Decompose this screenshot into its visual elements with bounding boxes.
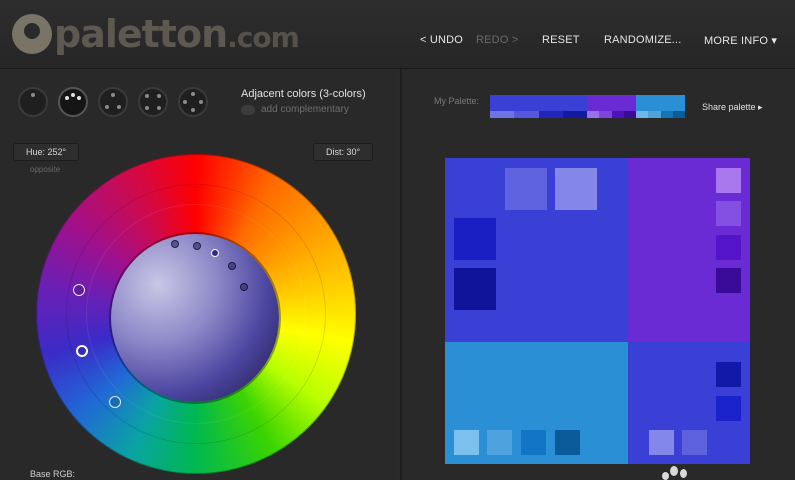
primary-shade-swatch[interactable] [454,218,496,260]
randomize-button[interactable]: RANDOMIZE... [604,34,682,46]
secondary-1-shade-swatch[interactable] [716,201,741,226]
palette-preview-grid [445,158,750,464]
top-bar: paletton.com < UNDO REDO > RESET RANDOMI… [0,0,795,69]
shade-dot[interactable] [240,283,248,291]
secondary-hue-handle[interactable] [73,284,85,296]
primary-2-shade-swatch[interactable] [682,430,707,455]
secondary-2-shade-swatch[interactable] [555,430,580,455]
tetrad-mode-button[interactable] [138,87,168,117]
saturation-center-disc[interactable] [111,234,279,402]
add-complementary-label: add complementary [261,104,349,115]
secondary-2-shade-swatch[interactable] [521,430,546,455]
redo-button[interactable]: REDO > [476,34,518,46]
palette-strip-color-1[interactable] [490,95,587,118]
shade-dot[interactable] [171,240,179,248]
share-palette-link[interactable]: Share palette ▸ [702,102,763,113]
mono-mode-button[interactable] [18,87,48,117]
secondary-1-shade-swatch[interactable] [716,168,741,193]
primary-hue-handle[interactable] [76,345,88,357]
shade-dot-selected[interactable] [211,249,219,257]
secondary-1-shade-swatch[interactable] [716,235,741,260]
primary-2-shade-swatch[interactable] [649,430,674,455]
add-complementary-toggle[interactable]: add complementary [241,104,349,115]
primary-2-shade-swatch[interactable] [716,396,741,421]
primary-shade-swatch[interactable] [555,168,597,210]
secondary-2-shade-swatch[interactable] [454,430,479,455]
triad-mode-button[interactable] [98,87,128,117]
reset-button[interactable]: RESET [542,34,580,46]
primary-shade-swatch[interactable] [454,268,496,310]
more-info-button[interactable]: MORE INFO ▾ [704,34,777,47]
scheme-mode-selector [18,87,208,117]
primary-shade-swatch[interactable] [505,168,547,210]
paw-icon [660,464,692,480]
palette-strip-color-3[interactable] [636,95,685,118]
palette-strip[interactable] [490,95,685,118]
undo-button[interactable]: < UNDO [420,34,463,46]
distance-readout[interactable]: Dist: 30° [313,143,374,161]
hue-readout[interactable]: Hue: 252° [13,143,80,161]
base-rgb-label: Base RGB: [30,469,76,479]
palette-strip-color-2[interactable] [587,95,636,118]
secondary-hue-handle[interactable] [109,396,121,408]
my-palette-label: My Palette: [434,96,480,106]
adjacent-mode-button[interactable] [58,87,88,117]
secondary-2-shade-swatch[interactable] [487,430,512,455]
shade-dot[interactable] [193,242,201,250]
opposite-link[interactable]: opposite [30,165,60,174]
paletton-logo[interactable]: paletton.com [12,8,300,60]
primary-2-shade-swatch[interactable] [716,362,741,387]
secondary-1-shade-swatch[interactable] [716,268,741,293]
logo-text: paletton.com [54,12,300,56]
toggle-switch-icon[interactable] [241,104,255,115]
free-style-mode-button[interactable] [178,87,208,117]
shade-dot[interactable] [228,262,236,270]
logo-mark-icon [12,14,52,54]
scheme-title: Adjacent colors (3-colors) [241,88,366,100]
